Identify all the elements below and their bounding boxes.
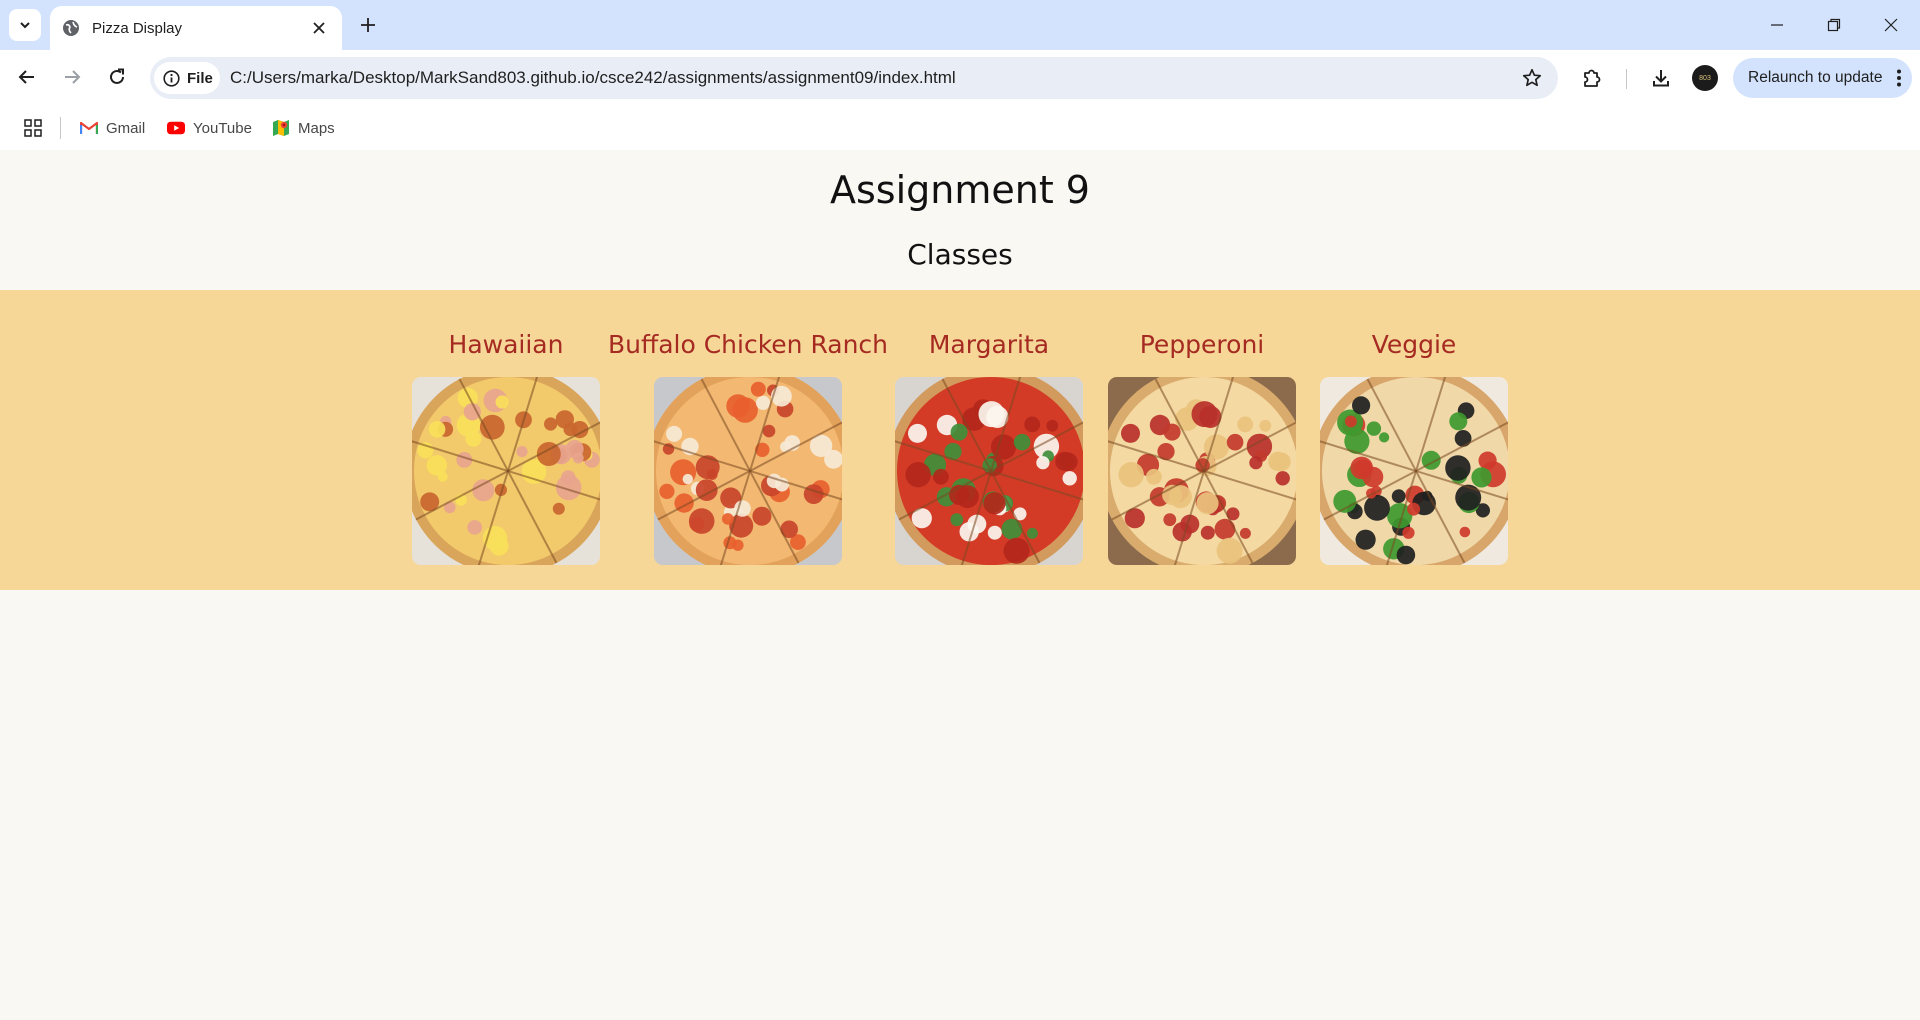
apps-grid-icon[interactable] <box>22 117 44 139</box>
address-bar[interactable]: File C:/Users/marka/Desktop/MarkSand803.… <box>150 57 1558 99</box>
close-icon <box>313 22 325 34</box>
restore-icon <box>1827 18 1840 32</box>
downloads-button[interactable] <box>1645 62 1677 94</box>
pizza-name: Veggie <box>1371 330 1457 359</box>
pizza-section: Hawaiian Buffalo Chicken Ranch Margarita… <box>0 290 1920 590</box>
pizza-image[interactable] <box>1108 377 1296 565</box>
pizza-illustration <box>1108 377 1296 565</box>
bookmark-youtube[interactable]: YouTube <box>161 114 258 142</box>
reload-button[interactable] <box>99 59 135 95</box>
info-icon <box>163 69 180 87</box>
new-tab-button[interactable] <box>353 10 383 40</box>
puzzle-icon <box>1584 69 1601 87</box>
tab-close-button[interactable] <box>308 17 330 39</box>
pizza-image[interactable] <box>1320 377 1508 565</box>
tab-title: Pizza Display <box>92 19 183 37</box>
relaunch-to-update-button[interactable]: Relaunch to update <box>1733 58 1912 98</box>
pizza-illustration <box>895 377 1083 565</box>
arrow-right-icon <box>65 70 81 84</box>
tab-strip: Pizza Display <box>0 0 1920 50</box>
site-chip-label: File <box>187 69 213 87</box>
globe-icon <box>63 20 79 36</box>
tab-search-button[interactable] <box>9 9 41 41</box>
pizza-image[interactable] <box>895 377 1083 565</box>
pizza-image[interactable] <box>412 377 600 565</box>
page-title: Assignment 9 <box>830 168 1090 212</box>
bookmark-label: YouTube <box>193 119 252 137</box>
profile-avatar[interactable]: 803 <box>1692 65 1718 91</box>
page-subtitle: Classes <box>907 238 1013 271</box>
close-icon <box>1884 18 1897 32</box>
minimize-icon <box>1770 24 1783 26</box>
relaunch-label: Relaunch to update <box>1748 69 1883 86</box>
url-text[interactable]: C:/Users/marka/Desktop/MarkSand803.githu… <box>230 57 956 99</box>
chevron-down-icon <box>20 22 30 29</box>
active-tab[interactable]: Pizza Display <box>50 6 342 50</box>
arrow-left-icon <box>18 70 34 84</box>
profile-initials: 803 <box>1699 74 1711 82</box>
extensions-button[interactable] <box>1576 62 1608 94</box>
browser-toolbar: File C:/Users/marka/Desktop/MarkSand803.… <box>0 50 1920 106</box>
bookmark-star-button[interactable] <box>1520 66 1544 90</box>
site-info-chip[interactable]: File <box>154 62 220 94</box>
more-vert-icon[interactable] <box>1886 69 1912 87</box>
pizza-illustration <box>1320 377 1508 565</box>
pizza-illustration <box>412 377 600 565</box>
gmail-icon <box>80 119 98 137</box>
maps-icon <box>272 119 290 137</box>
bookmark-maps[interactable]: Maps <box>266 114 341 142</box>
bookmark-label: Gmail <box>106 119 146 137</box>
bookmark-gmail[interactable]: Gmail <box>74 114 151 142</box>
restore-button[interactable] <box>1805 0 1862 50</box>
forward-button[interactable] <box>54 59 90 95</box>
bookmark-label: Maps <box>298 119 335 137</box>
star-icon <box>1522 68 1542 87</box>
toolbar-divider <box>1626 69 1627 89</box>
reload-icon <box>110 68 124 84</box>
page-header: Assignment 9 Classes <box>0 150 1920 290</box>
bookmarks-bar: Gmail YouTube Maps <box>0 106 1920 150</box>
minimize-button[interactable] <box>1748 0 1805 50</box>
plus-icon <box>361 18 375 32</box>
pizza-illustration <box>654 377 842 565</box>
download-icon <box>1653 70 1669 87</box>
close-window-button[interactable] <box>1862 0 1919 50</box>
pizza-image[interactable] <box>654 377 842 565</box>
page-content: Assignment 9 Classes Hawaiian Buffalo Ch… <box>0 150 1920 1020</box>
youtube-icon <box>167 119 185 137</box>
bookmarks-divider <box>60 117 61 139</box>
back-button[interactable] <box>9 59 45 95</box>
